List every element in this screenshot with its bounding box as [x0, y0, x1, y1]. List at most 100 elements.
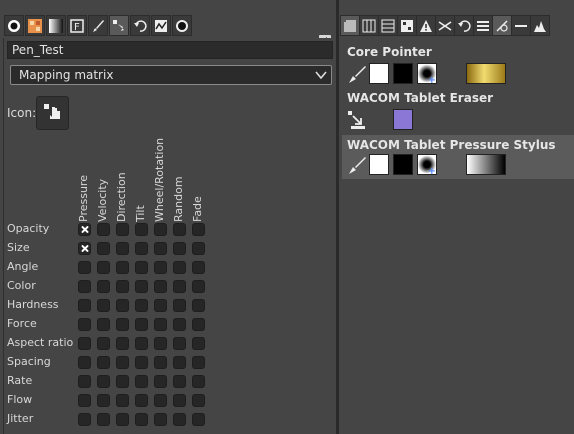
mapping-checkbox[interactable]	[97, 394, 110, 407]
mapping-checkbox[interactable]	[173, 299, 186, 312]
mapping-checkbox[interactable]	[192, 242, 205, 255]
curve-icon[interactable]	[151, 15, 171, 36]
mapping-checkbox[interactable]	[135, 337, 148, 350]
mapping-checkbox[interactable]	[135, 375, 148, 388]
brush-swatch[interactable]: +	[417, 63, 437, 86]
mapping-checkbox[interactable]	[135, 261, 148, 274]
mapping-checkbox[interactable]	[173, 394, 186, 407]
mapping-checkbox[interactable]	[173, 261, 186, 274]
mapping-checkbox[interactable]	[192, 394, 205, 407]
mapping-checkbox[interactable]	[116, 318, 129, 331]
mapping-checkbox[interactable]	[78, 280, 91, 293]
brush-swatch[interactable]: +	[417, 154, 437, 177]
mapping-checkbox[interactable]	[116, 413, 129, 426]
mapping-checkbox[interactable]	[78, 261, 91, 274]
mapping-checkbox[interactable]	[78, 223, 91, 236]
mapping-checkbox[interactable]	[116, 242, 129, 255]
mapping-checkbox[interactable]	[116, 337, 129, 350]
layers-icon[interactable]	[340, 15, 360, 36]
redo-icon[interactable]	[454, 15, 474, 36]
mapping-checkbox[interactable]	[173, 375, 186, 388]
mapping-checkbox[interactable]	[192, 356, 205, 369]
mapping-checkbox[interactable]	[154, 318, 167, 331]
mapping-checkbox[interactable]	[97, 299, 110, 312]
mapping-checkbox[interactable]	[192, 337, 205, 350]
mapping-checkbox[interactable]	[116, 375, 129, 388]
mapping-checkbox[interactable]	[116, 261, 129, 274]
mapping-checkbox[interactable]	[154, 242, 167, 255]
symmetry-icon[interactable]	[435, 15, 455, 36]
mapping-checkbox[interactable]	[192, 318, 205, 331]
foreground-color-swatch[interactable]	[393, 109, 413, 130]
mapping-checkbox[interactable]	[192, 280, 205, 293]
mapping-checkbox[interactable]	[78, 299, 91, 312]
mapping-checkbox[interactable]	[78, 337, 91, 350]
mapping-checkbox[interactable]	[173, 223, 186, 236]
device-icon-button[interactable]	[36, 96, 69, 130]
mapping-checkbox[interactable]	[116, 394, 129, 407]
mapping-checkbox[interactable]	[135, 299, 148, 312]
device-wacom-eraser[interactable]: WACOM Tablet Eraser	[342, 88, 574, 135]
mapping-checkbox[interactable]	[116, 223, 129, 236]
mapping-checkbox[interactable]	[135, 318, 148, 331]
mapping-checkbox[interactable]	[154, 280, 167, 293]
mapping-checkbox[interactable]	[78, 356, 91, 369]
device-core-pointer[interactable]: Core Pointer +	[342, 42, 574, 88]
foreground-color-swatch[interactable]	[369, 63, 389, 84]
mapping-checkbox[interactable]	[154, 413, 167, 426]
mapping-checkbox[interactable]	[135, 242, 148, 255]
font-icon[interactable]: F	[67, 15, 87, 36]
mapping-checkbox[interactable]	[154, 356, 167, 369]
mapping-checkbox[interactable]	[97, 375, 110, 388]
device-name-field[interactable]: Pen_Test	[7, 41, 333, 59]
mapping-checkbox[interactable]	[78, 375, 91, 388]
mapping-checkbox[interactable]	[97, 223, 110, 236]
mapping-checkbox[interactable]	[97, 261, 110, 274]
undo-icon[interactable]	[130, 15, 150, 36]
mapping-mode-dropdown[interactable]: Mapping matrix	[10, 65, 332, 85]
mapping-checkbox[interactable]	[154, 261, 167, 274]
mapping-checkbox[interactable]	[135, 280, 148, 293]
mapping-checkbox[interactable]	[97, 280, 110, 293]
paint-brush-icon[interactable]	[88, 15, 108, 36]
mapping-checkbox[interactable]	[173, 337, 186, 350]
mapping-checkbox[interactable]	[135, 413, 148, 426]
mapping-checkbox[interactable]	[154, 394, 167, 407]
undo-history-icon[interactable]	[397, 15, 417, 36]
mapping-checkbox[interactable]	[116, 280, 129, 293]
dynamics-icon[interactable]	[109, 15, 129, 36]
mapping-checkbox[interactable]	[192, 299, 205, 312]
stack-icon[interactable]	[473, 15, 493, 36]
mapping-checkbox[interactable]	[78, 413, 91, 426]
mapping-checkbox[interactable]	[97, 318, 110, 331]
mapping-checkbox[interactable]	[135, 356, 148, 369]
mapping-checkbox[interactable]	[173, 280, 186, 293]
gradient-icon[interactable]	[46, 15, 66, 36]
mapping-checkbox[interactable]	[173, 242, 186, 255]
gradient-swatch[interactable]	[466, 63, 506, 84]
mapping-checkbox[interactable]	[97, 356, 110, 369]
mapping-checkbox[interactable]	[192, 223, 205, 236]
mapping-checkbox[interactable]	[192, 375, 205, 388]
mypaint-brush-icon[interactable]	[172, 15, 192, 36]
dynamics-editor-icon[interactable]	[492, 15, 512, 36]
mapping-checkbox[interactable]	[154, 299, 167, 312]
warning-icon[interactable]	[416, 15, 436, 36]
mapping-checkbox[interactable]	[116, 299, 129, 312]
mapping-checkbox[interactable]	[154, 337, 167, 350]
background-color-swatch[interactable]	[393, 154, 413, 175]
mapping-checkbox[interactable]	[116, 356, 129, 369]
mapping-checkbox[interactable]	[97, 413, 110, 426]
channels-icon[interactable]	[359, 15, 379, 36]
histogram-icon[interactable]	[530, 15, 550, 36]
background-color-swatch[interactable]	[393, 63, 413, 84]
mapping-checkbox[interactable]	[173, 318, 186, 331]
mapping-checkbox[interactable]	[173, 413, 186, 426]
mapping-checkbox[interactable]	[97, 337, 110, 350]
brush-tip-icon[interactable]	[4, 15, 24, 36]
device-wacom-stylus[interactable]: WACOM Tablet Pressure Stylus +	[342, 135, 574, 179]
gradient-swatch[interactable]	[466, 154, 506, 175]
paths-icon[interactable]	[378, 15, 398, 36]
mapping-checkbox[interactable]	[78, 318, 91, 331]
foreground-color-swatch[interactable]	[369, 154, 389, 175]
